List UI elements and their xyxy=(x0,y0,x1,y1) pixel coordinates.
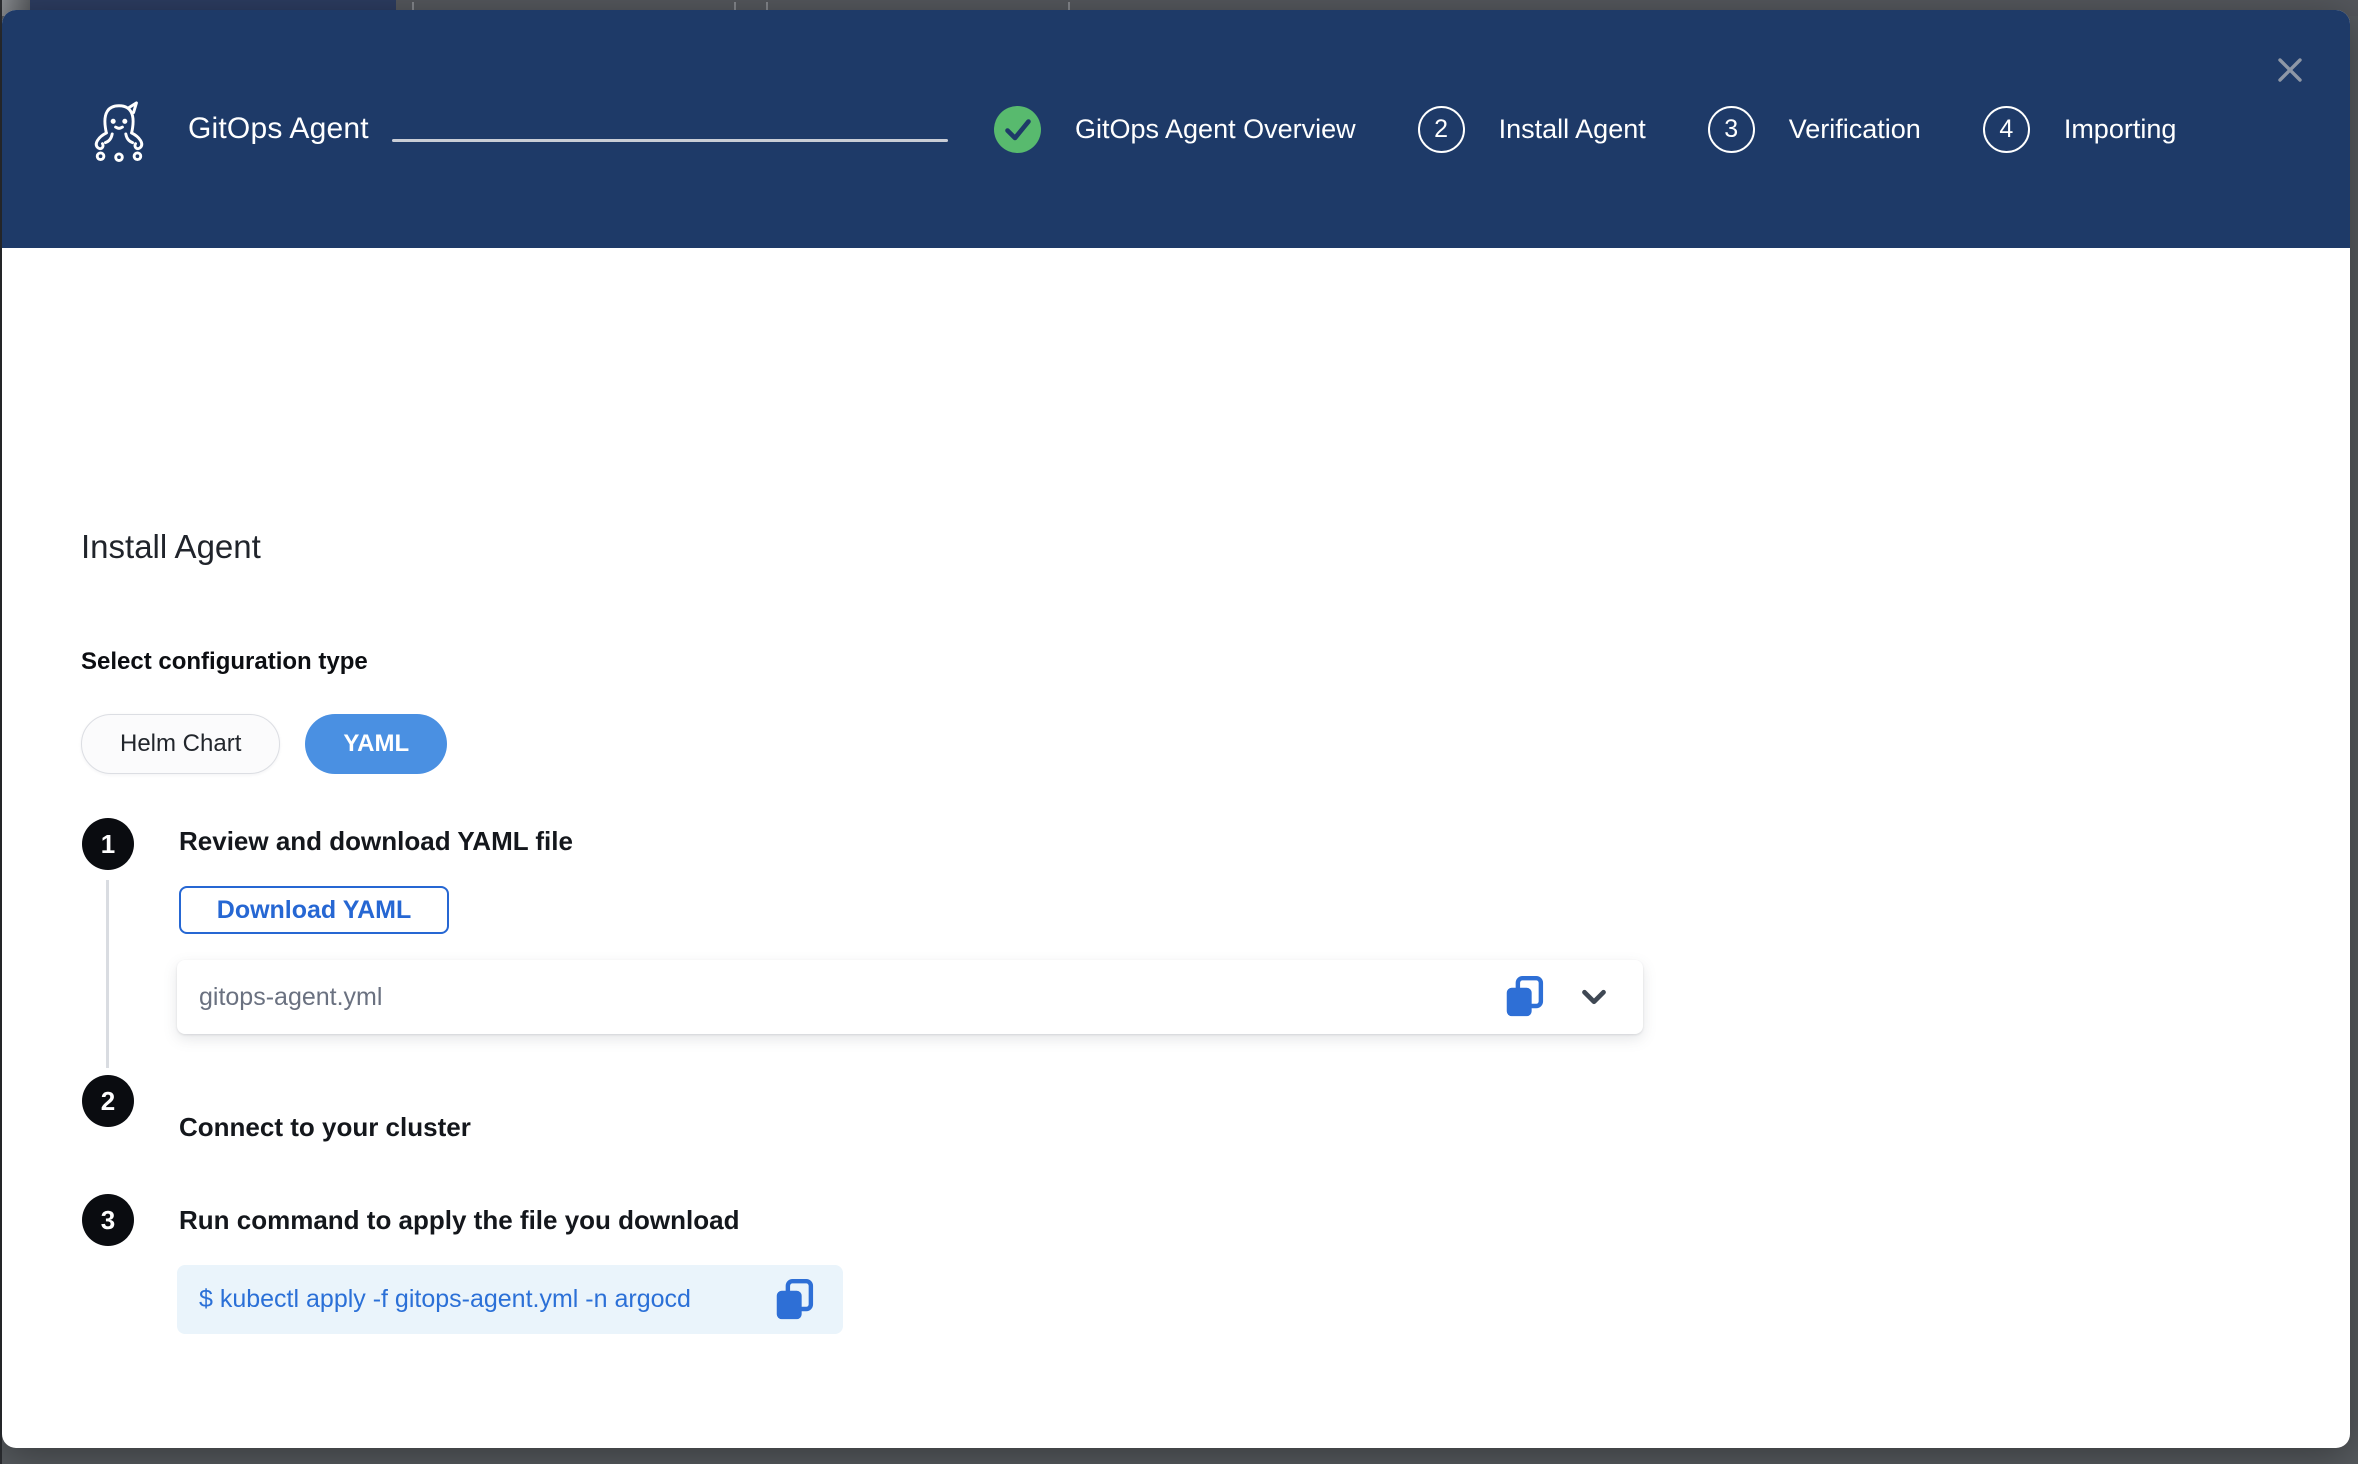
check-icon xyxy=(994,106,1041,153)
wizard-header: GitOps Agent GitOps Agent Overview 2 Ins… xyxy=(2,10,2350,248)
step-3-number: 3 xyxy=(82,1194,134,1246)
stepper-item-overview[interactable]: GitOps Agent Overview xyxy=(994,106,1356,153)
copy-icon[interactable] xyxy=(771,1277,817,1323)
step-2-number: 2 xyxy=(82,1075,134,1127)
step-2-title: Connect to your cluster xyxy=(179,1112,471,1143)
wizard-stepper: GitOps Agent Overview 2 Install Agent 3 … xyxy=(994,10,2176,248)
step-complete-bullet xyxy=(994,106,1041,153)
chevron-down-icon[interactable] xyxy=(1575,978,1613,1016)
wizard-title: GitOps Agent xyxy=(188,10,369,248)
stepper-label: GitOps Agent Overview xyxy=(1075,114,1356,145)
stepper-item-install-agent[interactable]: 2 Install Agent xyxy=(1418,106,1646,153)
stepper-item-importing[interactable]: 4 Importing xyxy=(1983,106,2177,153)
download-yaml-button[interactable]: Download YAML xyxy=(179,886,449,934)
page-title: Install Agent xyxy=(81,528,261,566)
step-1-title: Review and download YAML file xyxy=(179,826,573,857)
config-option-yaml[interactable]: YAML xyxy=(305,714,447,774)
step-number-bullet: 4 xyxy=(1983,106,2030,153)
stepper-label: Importing xyxy=(2064,114,2177,145)
stepper-label: Verification xyxy=(1789,114,1921,145)
yaml-file-row[interactable]: gitops-agent.yml xyxy=(177,960,1643,1034)
step-1-number: 1 xyxy=(82,818,134,870)
kubectl-command-text: $ kubectl apply -f gitops-agent.yml -n a… xyxy=(199,1285,771,1314)
header-divider xyxy=(392,139,948,142)
kubectl-command-box: $ kubectl apply -f gitops-agent.yml -n a… xyxy=(177,1265,843,1334)
close-button[interactable] xyxy=(2273,53,2307,87)
config-type-toggle: Helm Chart YAML xyxy=(81,714,447,774)
step-3-title: Run command to apply the file you downlo… xyxy=(179,1205,739,1236)
gitops-agent-wizard-modal: GitOps Agent GitOps Agent Overview 2 Ins… xyxy=(2,10,2350,1448)
yaml-file-name: gitops-agent.yml xyxy=(199,983,1501,1012)
step-number-bullet: 2 xyxy=(1418,106,1465,153)
config-option-helm-chart[interactable]: Helm Chart xyxy=(81,714,280,774)
stepper-label: Install Agent xyxy=(1499,114,1646,145)
stepper-item-verification[interactable]: 3 Verification xyxy=(1708,106,1921,153)
config-type-label: Select configuration type xyxy=(81,648,368,676)
step-connector-line xyxy=(106,880,109,1068)
gitops-agent-logo-icon xyxy=(86,98,152,164)
step-number-bullet: 3 xyxy=(1708,106,1755,153)
close-icon xyxy=(2275,55,2305,85)
copy-icon[interactable] xyxy=(1501,974,1547,1020)
